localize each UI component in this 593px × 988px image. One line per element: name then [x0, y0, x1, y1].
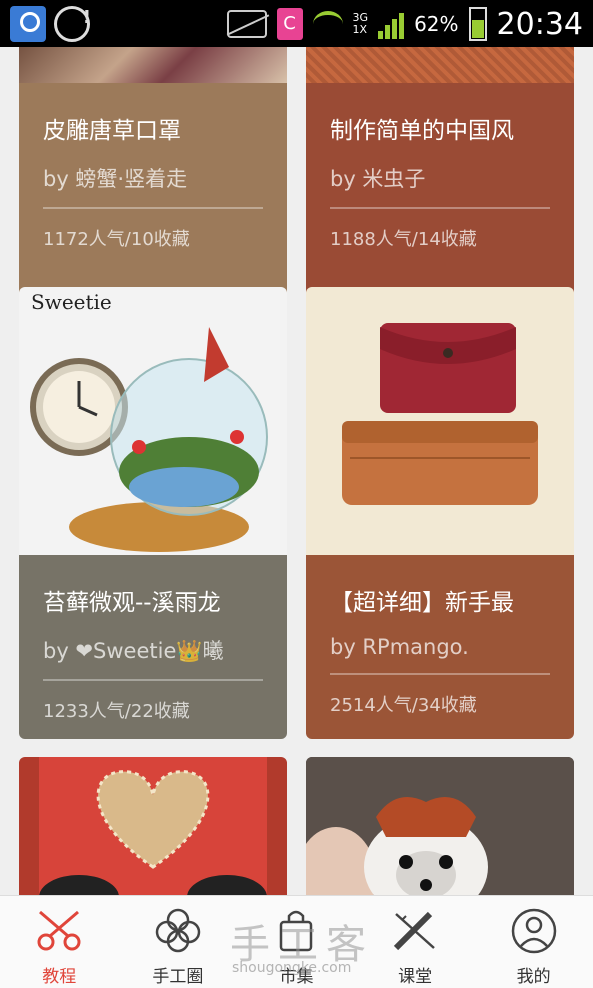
tab-label: 手工圈 — [152, 967, 204, 987]
tab-tutorials[interactable]: 教程 — [0, 896, 119, 988]
tutorial-card[interactable] — [19, 757, 287, 895]
tutorial-card[interactable]: Sweetie 苔藓微观--溪雨龙 by ❤Sweetie👑曦 1233人气/2… — [19, 287, 287, 739]
card-info: 制作简单的中国风 by 米虫子 1188人气/14收藏 — [306, 83, 574, 303]
terrarium-image: Sweetie — [30, 290, 268, 552]
tab-label: 我的 — [516, 967, 551, 987]
sweetie-logo-text: Sweetie — [31, 290, 112, 314]
card-image[interactable] — [306, 757, 574, 895]
clock: 20:34 — [496, 6, 583, 42]
card-stats: 2514人气/34收藏 — [330, 695, 477, 716]
sim-label: 1X — [352, 23, 368, 36]
tutorial-card[interactable]: 【超详细】新手最 by RPmango. 2514人气/34收藏 — [306, 287, 574, 739]
card-image[interactable]: Sweetie — [19, 287, 287, 555]
pencil-ruler-icon — [390, 908, 440, 954]
card-image[interactable] — [306, 47, 574, 83]
card-image[interactable] — [19, 757, 287, 895]
system-icons: C 3G 1X 62% 20:34 — [226, 4, 583, 44]
tab-classroom[interactable]: 课堂 — [356, 896, 475, 988]
card-image[interactable] — [19, 47, 287, 83]
tab-label: 课堂 — [398, 967, 433, 987]
tab-profile[interactable]: 我的 — [474, 896, 593, 988]
person-icon — [509, 908, 559, 954]
divider — [330, 673, 550, 675]
bag-icon — [271, 908, 321, 954]
red-panda-image — [306, 757, 574, 895]
card-stats: 1188人气/14收藏 — [330, 229, 477, 250]
card-author: by RPmango. — [330, 635, 469, 659]
card-author: by 螃蟹·竖着走 — [43, 167, 188, 191]
tutorial-card[interactable]: 制作简单的中国风 by 米虫子 1188人气/14收藏 — [306, 47, 574, 303]
divider — [43, 679, 263, 681]
disc-alert-icon — [54, 6, 91, 42]
card-author: by 米虫子 — [330, 167, 426, 191]
network-type: 3G 1X — [353, 12, 369, 36]
card-author: by ❤Sweetie👑曦 — [43, 639, 224, 663]
card-stats: 1172人气/10收藏 — [43, 229, 190, 250]
card-info: 苔藓微观--溪雨龙 by ❤Sweetie👑曦 1233人气/22收藏 — [19, 555, 287, 739]
signal-icon — [378, 9, 405, 39]
card-image[interactable] — [306, 287, 574, 555]
battery-percent: 62% — [414, 12, 459, 36]
tab-circle[interactable]: 手工圈 — [119, 896, 238, 988]
card-title: 皮雕唐草口罩 — [43, 118, 181, 144]
card-title: 【超详细】新手最 — [330, 590, 514, 616]
tab-label: 教程 — [42, 967, 77, 987]
card-info: 皮雕唐草口罩 by 螃蟹·竖着走 1172人气/10收藏 — [19, 83, 287, 303]
notification-icons — [10, 6, 91, 42]
divider — [330, 207, 550, 209]
painted-heart-image — [39, 757, 267, 895]
card-title: 制作简单的中国风 — [330, 118, 514, 144]
app-icon — [10, 6, 46, 42]
card-stats: 1233人气/22收藏 — [43, 701, 190, 722]
tab-label: 市集 — [279, 967, 314, 987]
battery-icon — [468, 7, 487, 41]
status-bar: C 3G 1X 62% 20:34 — [0, 0, 593, 47]
scissors-icon — [34, 908, 84, 954]
tab-market[interactable]: 市集 — [237, 896, 356, 988]
c-app-icon: C — [276, 8, 303, 40]
bottom-nav: 教程 手工圈 市集 课堂 我的 — [0, 895, 593, 988]
card-title: 苔藓微观--溪雨龙 — [43, 590, 221, 616]
tutorial-card[interactable]: 皮雕唐草口罩 by 螃蟹·竖着走 1172人气/10收藏 — [19, 47, 287, 303]
tutorial-grid[interactable]: 皮雕唐草口罩 by 螃蟹·竖着走 1172人气/10收藏 制作简单的中国风 by… — [0, 47, 593, 895]
mute-icon — [226, 10, 267, 38]
divider — [43, 207, 263, 209]
tutorial-card[interactable] — [306, 757, 574, 895]
wifi-icon — [312, 11, 343, 37]
card-info: 【超详细】新手最 by RPmango. 2514人气/34收藏 — [306, 555, 574, 739]
flower-icon — [153, 908, 203, 954]
wallet-image — [342, 323, 538, 505]
